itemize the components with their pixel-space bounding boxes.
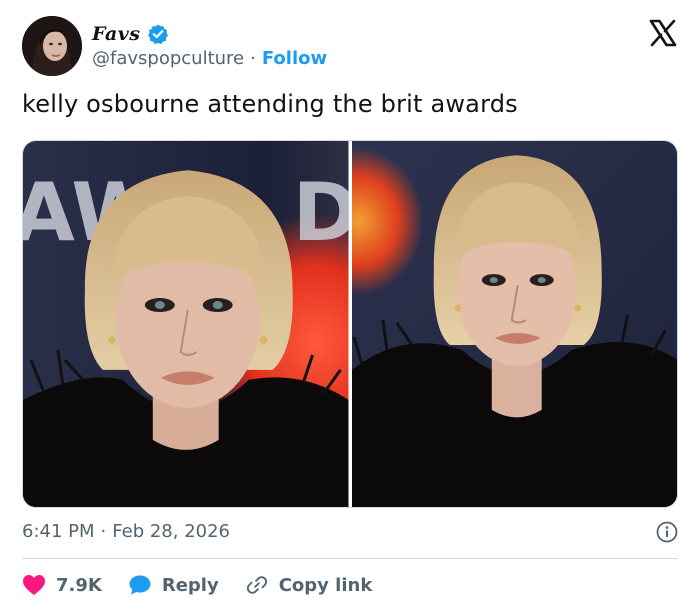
heart-icon <box>23 575 45 595</box>
author-handle[interactable]: @favspopculture <box>92 48 244 69</box>
tweet-timestamp[interactable]: 6:41 PM · Feb 28, 2026 <box>22 521 230 542</box>
speech-bubble-icon <box>129 575 151 595</box>
copy-link-label: Copy link <box>278 574 373 596</box>
tweet-time: 6:41 PM <box>22 521 95 542</box>
verified-badge-icon <box>147 24 168 44</box>
author-avatar[interactable] <box>22 16 82 76</box>
tweet-media-grid[interactable]: AW D <box>22 140 678 508</box>
reply-label: Reply <box>161 574 219 596</box>
reply-button[interactable]: Reply <box>128 574 219 596</box>
media-photo-right[interactable] <box>351 141 677 507</box>
author-name-row: Favs <box>92 22 169 46</box>
like-button[interactable]: 7.9K <box>22 574 102 596</box>
footer-divider <box>22 558 678 559</box>
info-icon[interactable] <box>656 521 678 543</box>
follow-button[interactable]: Follow <box>262 48 327 69</box>
handle-separator: · <box>250 48 256 69</box>
x-logo-icon[interactable] <box>648 18 678 48</box>
svg-text:D: D <box>293 166 349 259</box>
tweet-actions: 7.9K Reply Copy link <box>22 570 398 600</box>
copy-link-button[interactable]: Copy link <box>245 574 373 596</box>
tweet-text: kelly osbourne attending the brit awards <box>22 90 518 118</box>
tweet-date: Feb 28, 2026 <box>112 521 231 542</box>
embedded-tweet-card: Favs @favspopculture · Follow kelly osbo… <box>0 0 700 612</box>
author-display-name[interactable]: Favs <box>92 23 141 45</box>
author-handle-row: @favspopculture · Follow <box>92 48 327 69</box>
red-carpet-photo: AW D <box>23 141 349 507</box>
timestamp-separator: · <box>100 521 107 542</box>
link-icon <box>246 576 267 594</box>
avatar-photo <box>22 16 82 76</box>
like-count: 7.9K <box>56 574 102 596</box>
media-photo-left[interactable]: AW D <box>23 141 349 507</box>
red-carpet-photo <box>351 141 677 507</box>
